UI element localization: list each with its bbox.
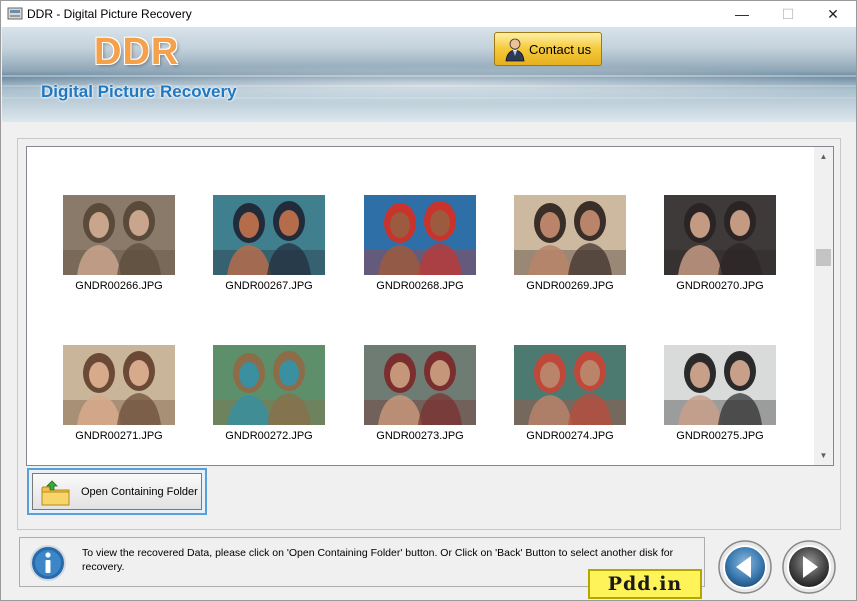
app-window: DDR - Digital Picture Recovery — ☐ ✕ DDR… bbox=[0, 0, 857, 601]
recovered-image-filename: GNDR00266.JPG bbox=[75, 280, 163, 292]
open-folder-label: Open Containing Folder bbox=[81, 486, 198, 498]
app-logo: DDR bbox=[94, 31, 180, 73]
recovered-image-filename: GNDR00267.JPG bbox=[225, 280, 313, 292]
recovered-image-thumbnail[interactable] bbox=[514, 345, 626, 425]
open-containing-folder-button[interactable]: Open Containing Folder bbox=[27, 468, 207, 515]
recovered-image-filename: GNDR00269.JPG bbox=[526, 280, 614, 292]
folder-icon bbox=[41, 480, 70, 506]
recovered-images-gallery[interactable]: GNDR00266.JPG GNDR00267.JPG GNDR00268.JPG G… bbox=[26, 146, 834, 466]
recovered-image-filename: GNDR00274.JPG bbox=[526, 430, 614, 442]
recovered-image-thumbnail[interactable] bbox=[514, 195, 626, 275]
recovered-image-filename: GNDR00275.JPG bbox=[676, 430, 764, 442]
watermark: Pdd.in bbox=[588, 569, 702, 599]
header-banner: DDR Digital Picture Recovery Contact us bbox=[2, 27, 856, 122]
contact-us-label: Contact us bbox=[529, 42, 592, 57]
recovered-image-thumbnail[interactable] bbox=[664, 345, 776, 425]
scroll-up-icon[interactable]: ▲ bbox=[814, 147, 833, 166]
recovered-image-thumbnail[interactable] bbox=[364, 345, 476, 425]
close-button[interactable]: ✕ bbox=[810, 1, 856, 27]
recovered-image-filename: GNDR00272.JPG bbox=[225, 430, 313, 442]
app-subtitle: Digital Picture Recovery bbox=[41, 82, 237, 101]
title-bar: DDR - Digital Picture Recovery — ☐ ✕ bbox=[1, 1, 856, 27]
recovered-image-filename: GNDR00271.JPG bbox=[75, 430, 163, 442]
recovered-image-thumbnail[interactable] bbox=[664, 195, 776, 275]
scroll-thumb[interactable] bbox=[816, 249, 831, 266]
contact-us-button[interactable]: Contact us bbox=[494, 32, 602, 66]
app-icon bbox=[7, 7, 23, 20]
info-icon bbox=[30, 545, 66, 581]
recovered-image-filename: GNDR00268.JPG bbox=[376, 280, 464, 292]
minimize-button[interactable]: — bbox=[719, 1, 765, 27]
recovered-image-thumbnail[interactable] bbox=[213, 195, 325, 275]
recovered-image-thumbnail[interactable] bbox=[63, 195, 175, 275]
scroll-down-icon[interactable]: ▼ bbox=[814, 446, 833, 465]
person-icon bbox=[505, 38, 525, 62]
window-title: DDR - Digital Picture Recovery bbox=[27, 7, 192, 21]
maximize-button[interactable]: ☐ bbox=[765, 1, 811, 27]
gallery-scrollbar[interactable]: ▲ ▼ bbox=[814, 147, 833, 465]
recovered-image-filename: GNDR00273.JPG bbox=[376, 430, 464, 442]
recovered-image-thumbnail[interactable] bbox=[364, 195, 476, 275]
back-arrow-icon[interactable] bbox=[717, 539, 773, 595]
recovered-image-thumbnail[interactable] bbox=[213, 345, 325, 425]
recovered-image-thumbnail[interactable] bbox=[63, 345, 175, 425]
next-arrow-icon[interactable] bbox=[781, 539, 837, 595]
recovered-image-filename: GNDR00270.JPG bbox=[676, 280, 764, 292]
